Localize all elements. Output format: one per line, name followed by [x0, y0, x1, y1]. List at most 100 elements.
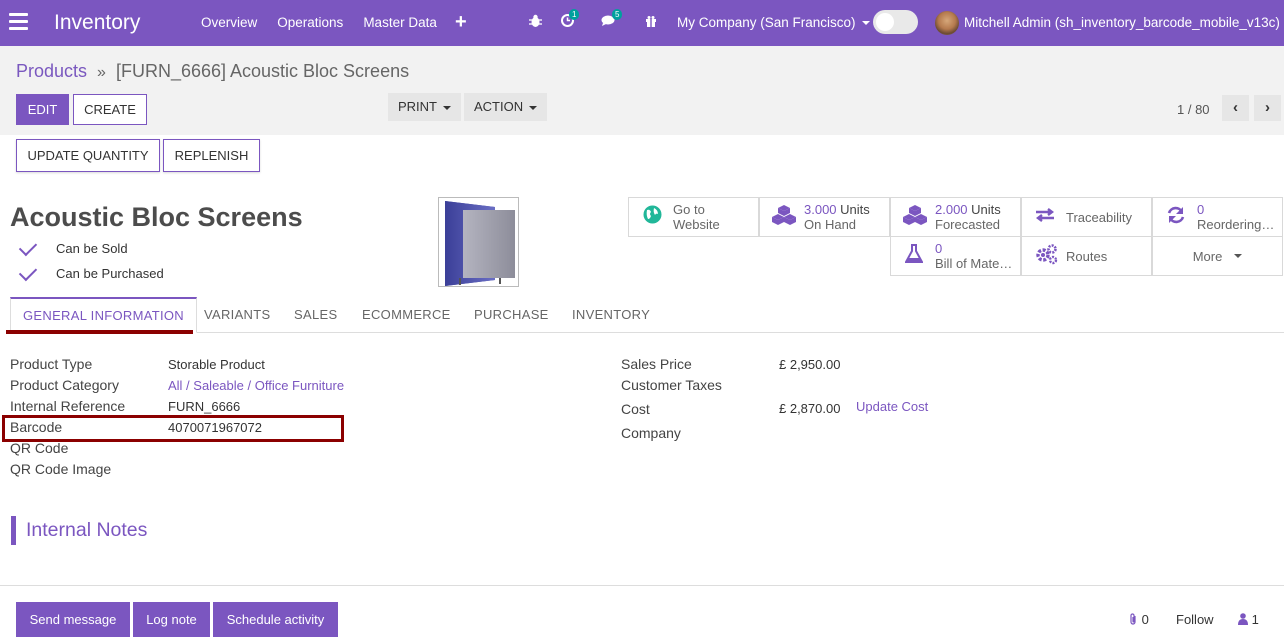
bug-icon[interactable] [529, 14, 542, 31]
top-navbar: Inventory Overview Operations Master Dat… [0, 0, 1284, 46]
can-be-purchased-field[interactable]: Can be Purchased [18, 262, 164, 281]
app-name[interactable]: Inventory [54, 11, 140, 35]
traceability-button[interactable]: Traceability [1021, 197, 1152, 237]
pager-value[interactable]: 1 / 80 [1177, 102, 1210, 117]
update-cost-button[interactable]: Update Cost [856, 399, 928, 414]
website-line1: Go to [673, 202, 705, 217]
section-accent-bar [11, 516, 16, 545]
flask-icon [903, 243, 925, 269]
chevron-down-icon [443, 105, 451, 110]
pager-next-button[interactable]: › [1254, 95, 1281, 121]
more-dropdown[interactable]: More [1152, 236, 1283, 276]
routes-label: Routes [1066, 248, 1108, 264]
forecasted-label: Forecasted [935, 217, 1001, 232]
reordering-button[interactable]: 0 Reordering… [1152, 197, 1283, 237]
schedule-activity-button[interactable]: Schedule activity [213, 602, 338, 637]
internal-reference-label: Internal Reference [10, 398, 126, 414]
log-note-button[interactable]: Log note [133, 602, 210, 637]
cost-label: Cost [621, 401, 650, 417]
menu-operations[interactable]: Operations [277, 15, 343, 30]
company-switcher[interactable]: My Company (San Francisco) [677, 15, 870, 30]
apps-menu-icon[interactable] [9, 13, 28, 31]
website-line2: Website [673, 217, 720, 232]
edit-button[interactable]: EDIT [16, 94, 69, 125]
tab-inventory[interactable]: INVENTORY [572, 297, 650, 333]
attachments-count: 0 [1141, 612, 1149, 627]
sales-price-value[interactable]: £ 2,950.00 [779, 357, 840, 372]
product-image[interactable] [438, 197, 519, 287]
breadcrumb-separator: » [97, 64, 106, 81]
product-category-label: Product Category [10, 377, 119, 393]
chatter-divider [0, 585, 1284, 586]
control-panel: Products » [FURN_6666] Acoustic Bloc Scree… [0, 46, 1284, 135]
product-category-link[interactable]: All / Saleable / Office Furniture [168, 378, 344, 393]
tab-highlight-annotation [6, 330, 193, 334]
print-dropdown[interactable]: PRINT [388, 93, 461, 121]
breadcrumb-products[interactable]: Products [16, 61, 87, 81]
tab-variants[interactable]: VARIANTS [204, 297, 270, 333]
activity-clock-icon[interactable]: 1 [561, 9, 580, 30]
gift-icon[interactable] [645, 14, 657, 30]
refresh-icon [1165, 205, 1187, 230]
cubes-icon [903, 204, 927, 230]
checkmark-icon[interactable] [18, 237, 38, 256]
breadcrumb-current: [FURN_6666] Acoustic Bloc Screens [115, 61, 410, 81]
notebook-tabs: GENERAL INFORMATION VARIANTS SALES ECOMM… [10, 297, 1284, 333]
internal-reference-value[interactable]: FURN_6666 [168, 399, 240, 414]
company-label: Company [621, 425, 681, 441]
can-be-sold-field[interactable]: Can be Sold [18, 237, 128, 256]
can-be-sold-label: Can be Sold [56, 241, 128, 256]
update-quantity-button[interactable]: UPDATE QUANTITY [16, 139, 160, 172]
checkmark-icon[interactable] [18, 262, 38, 281]
attachments-button[interactable]: 0 [1128, 612, 1149, 627]
toggle-switch[interactable] [873, 10, 918, 34]
go-to-website-button[interactable]: Go to Website [628, 197, 759, 237]
paperclip-icon [1128, 612, 1142, 627]
forecasted-button[interactable]: 2.000 Units Forecasted [890, 197, 1021, 237]
chat-icon[interactable]: 5 [601, 9, 623, 30]
bill-of-materials-button[interactable]: 0 Bill of Mate… [890, 236, 1021, 276]
tab-sales[interactable]: SALES [294, 297, 337, 333]
plus-icon[interactable]: + [455, 11, 467, 34]
menu-master-data[interactable]: Master Data [363, 15, 437, 30]
reordering-label: Reordering… [1197, 217, 1275, 232]
on-hand-unit: Units [840, 202, 870, 217]
tab-purchase[interactable]: PURCHASE [474, 297, 549, 333]
message-badge: 5 [612, 9, 623, 20]
can-be-purchased-label: Can be Purchased [56, 266, 164, 281]
followers-button[interactable]: 1 [1238, 612, 1259, 627]
avatar[interactable] [935, 11, 959, 35]
barcode-label: Barcode [10, 419, 63, 435]
sales-price-label: Sales Price [621, 356, 692, 372]
create-button[interactable]: CREATE [73, 94, 147, 125]
pager-previous-button[interactable]: ‹ [1222, 95, 1249, 121]
barcode-value[interactable]: 4070071967072 [168, 420, 262, 435]
send-message-button[interactable]: Send message [16, 602, 130, 637]
menu-overview[interactable]: Overview [201, 15, 257, 30]
user-menu[interactable]: Mitchell Admin (sh_inventory_barcode_mob… [964, 15, 1280, 30]
action-dropdown[interactable]: ACTION [464, 93, 548, 121]
qr-code-label: QR Code [10, 440, 69, 456]
on-hand-label: On Hand [804, 217, 857, 232]
follow-button[interactable]: Follow [1176, 612, 1214, 627]
user-icon [1238, 612, 1252, 627]
tab-ecommerce[interactable]: ECOMMERCE [362, 297, 451, 333]
reordering-value: 0 [1197, 202, 1205, 217]
tab-general-information[interactable]: GENERAL INFORMATION [10, 297, 197, 333]
cost-value[interactable]: £ 2,870.00 [779, 401, 840, 416]
followers-count: 1 [1251, 612, 1259, 627]
forecasted-unit: Units [971, 202, 1001, 217]
replenish-button[interactable]: REPLENISH [163, 139, 260, 172]
product-type-label: Product Type [10, 356, 93, 372]
customer-taxes-label: Customer Taxes [621, 377, 722, 393]
globe-icon [641, 205, 663, 229]
product-type-value[interactable]: Storable Product [168, 357, 265, 372]
forecasted-value: 2.000 [935, 202, 968, 217]
cogs-icon [1034, 243, 1058, 270]
routes-button[interactable]: Routes [1021, 236, 1152, 276]
exchange-arrows-icon [1034, 207, 1056, 228]
on-hand-button[interactable]: 3.000 Units On Hand [759, 197, 890, 237]
product-name[interactable]: Acoustic Bloc Screens [10, 202, 303, 233]
on-hand-value: 3.000 [804, 202, 837, 217]
chevron-down-icon [1234, 254, 1243, 258]
